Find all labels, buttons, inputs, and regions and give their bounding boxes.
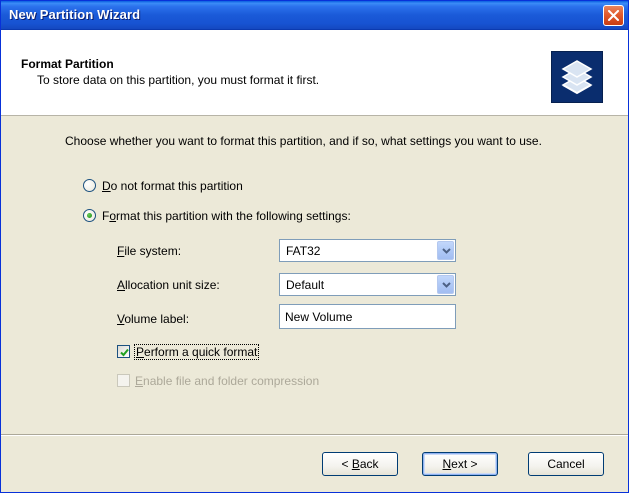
volume-label-input[interactable] <box>280 305 455 328</box>
back-button[interactable]: < Back <box>322 452 398 476</box>
wizard-window: New Partition Wizard Format Partition To… <box>0 0 629 493</box>
title-bar[interactable]: New Partition Wizard <box>1 1 628 30</box>
dropdown-button[interactable] <box>437 275 454 294</box>
page-subtitle: To store data on this partition, you mus… <box>37 73 320 87</box>
close-button[interactable] <box>603 5 624 26</box>
next-button[interactable]: Next > <box>422 452 498 476</box>
radio-no-format-label: Do not format this partition <box>102 179 243 193</box>
allocation-unit-label: Allocation unit size: <box>117 278 220 292</box>
page-title: Format Partition <box>21 57 114 71</box>
radio-format-label: Format this partition with the following… <box>102 209 351 223</box>
disk-stack-icon <box>551 51 603 103</box>
file-system-value: FAT32 <box>286 244 321 258</box>
compression-label: Enable file and folder compression <box>135 374 320 388</box>
footer-divider <box>1 434 628 436</box>
window-title: New Partition Wizard <box>9 7 141 22</box>
instruction-text: Choose whether you want to format this p… <box>65 134 542 148</box>
file-system-select[interactable]: FAT32 <box>279 239 456 262</box>
cancel-button[interactable]: Cancel <box>528 452 604 476</box>
volume-label-label: Volume label: <box>117 312 190 326</box>
allocation-unit-select[interactable]: Default <box>279 273 456 296</box>
wizard-header: Format Partition To store data on this p… <box>1 30 628 116</box>
file-system-label: File system: <box>117 244 182 258</box>
checkbox-disabled <box>117 374 130 387</box>
dropdown-button[interactable] <box>437 241 454 260</box>
allocation-unit-value: Default <box>286 278 325 292</box>
radio-button[interactable] <box>83 179 96 192</box>
checkbox-checked[interactable] <box>117 345 130 358</box>
radio-button-selected[interactable] <box>83 209 96 222</box>
volume-label-field[interactable] <box>279 304 456 329</box>
quick-format-label: Perform a quick format <box>133 344 260 360</box>
